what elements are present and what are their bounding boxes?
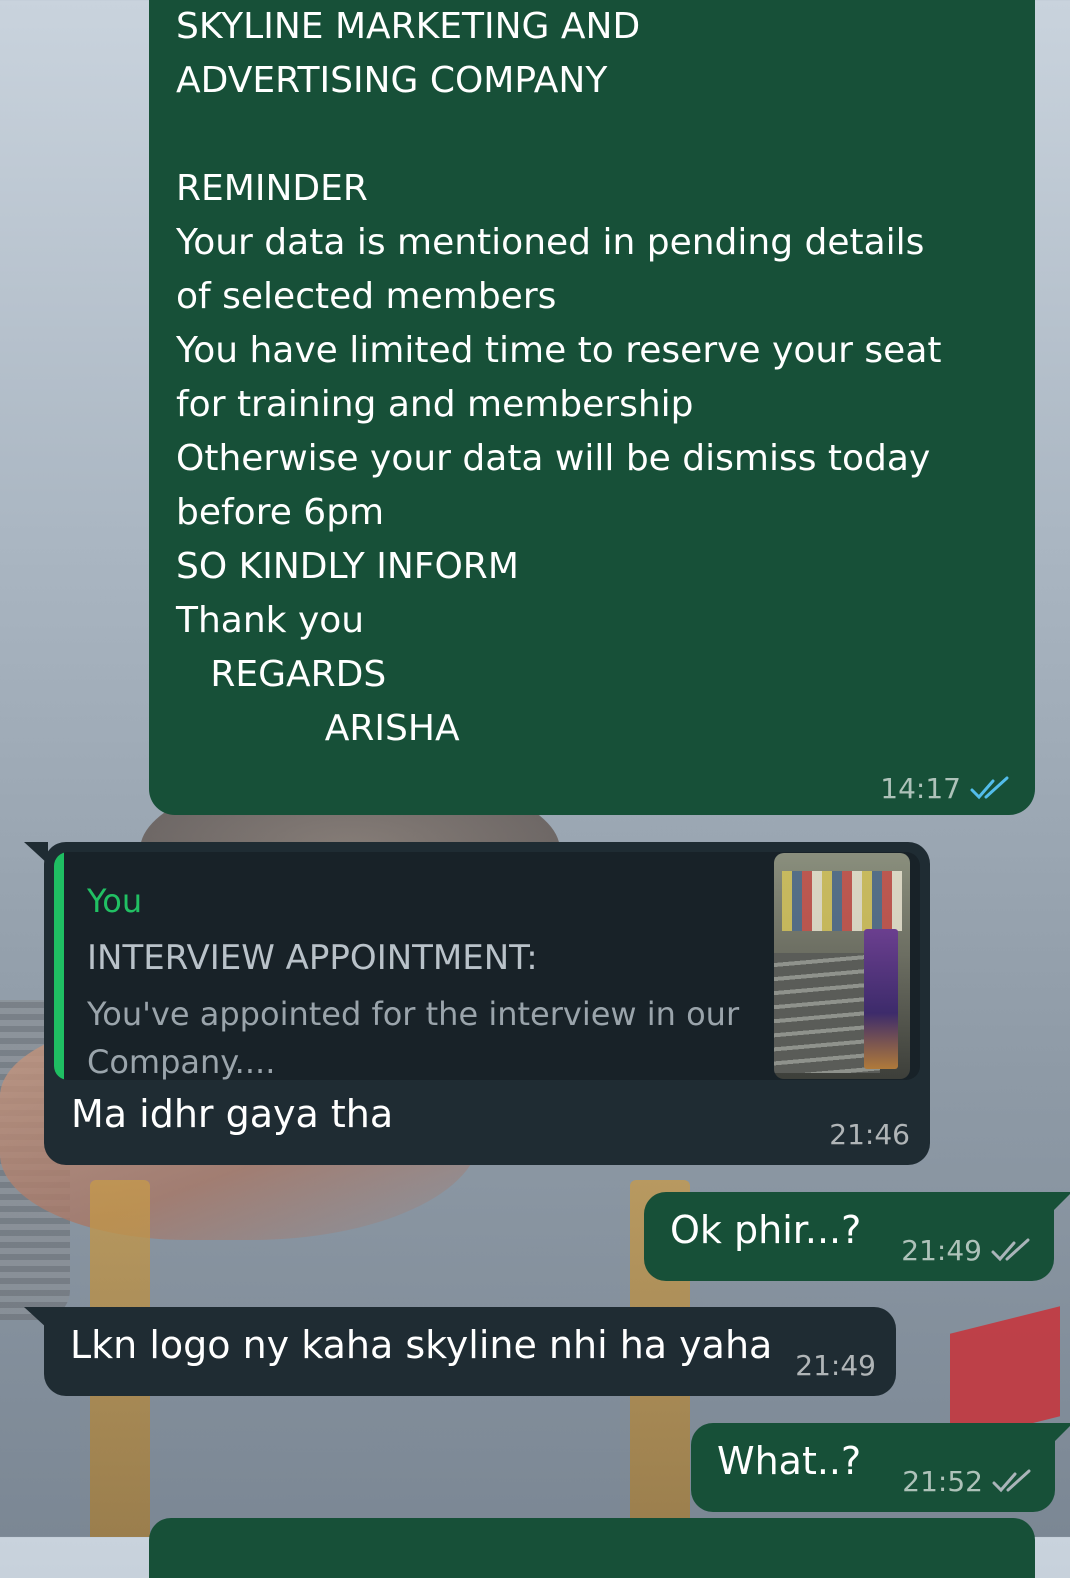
- double-check-icon: [969, 776, 1011, 802]
- message-time: 21:49: [795, 1349, 876, 1382]
- message-time: 21:49: [901, 1234, 982, 1267]
- message-outgoing-what[interactable]: What..? 21:52: [691, 1423, 1070, 1512]
- bubble-tail: [24, 842, 48, 864]
- double-check-icon: [991, 1469, 1033, 1495]
- message-meta: 21:52: [902, 1465, 1033, 1498]
- quote-author: You: [87, 882, 143, 920]
- bubble-tail: [24, 1307, 48, 1329]
- message-text: Ma idhr gaya tha: [71, 1092, 394, 1136]
- bubble-tail: [1051, 1423, 1070, 1445]
- message-outgoing-partial[interactable]: [149, 1518, 1035, 1578]
- message-incoming-reply[interactable]: You INTERVIEW APPOINTMENT: You've appoin…: [24, 842, 930, 1165]
- bubble-tail: [1050, 1192, 1070, 1214]
- quote-thumbnail-image[interactable]: [774, 853, 910, 1079]
- quote-accent-bar: [54, 852, 64, 1080]
- thumbnail-banner: [864, 929, 898, 1069]
- message-time: 21:46: [829, 1118, 910, 1151]
- message-incoming-lkn[interactable]: Lkn logo ny kaha skyline nhi ha yaha 21:…: [24, 1307, 896, 1396]
- double-check-icon: [990, 1238, 1032, 1264]
- message-text: Lkn logo ny kaha skyline nhi ha yaha: [70, 1323, 773, 1367]
- quote-body: You've appointed for the interview in ou…: [87, 995, 740, 1080]
- message-meta: 21:46: [829, 1118, 910, 1151]
- conversation: SKYLINE MARKETING AND ADVERTISING COMPAN…: [0, 0, 1070, 1578]
- message-meta: 21:49: [901, 1234, 1032, 1267]
- message-text: SKYLINE MARKETING AND ADVERTISING COMPAN…: [176, 6, 942, 749]
- message-meta: 21:49: [795, 1349, 876, 1382]
- message-text: What..?: [717, 1439, 862, 1483]
- message-outgoing-reminder[interactable]: SKYLINE MARKETING AND ADVERTISING COMPAN…: [149, 0, 1035, 815]
- thumbnail-store-shelf: [782, 871, 902, 931]
- message-time: 14:17: [880, 772, 961, 805]
- message-text: Ok phir...?: [670, 1208, 862, 1252]
- quote-title: INTERVIEW APPOINTMENT:: [87, 938, 538, 978]
- message-outgoing-ok[interactable]: Ok phir...? 21:49: [644, 1192, 1070, 1281]
- quoted-message[interactable]: You INTERVIEW APPOINTMENT: You've appoin…: [54, 852, 920, 1080]
- message-time: 21:52: [902, 1465, 983, 1498]
- message-meta: 14:17: [880, 772, 1011, 805]
